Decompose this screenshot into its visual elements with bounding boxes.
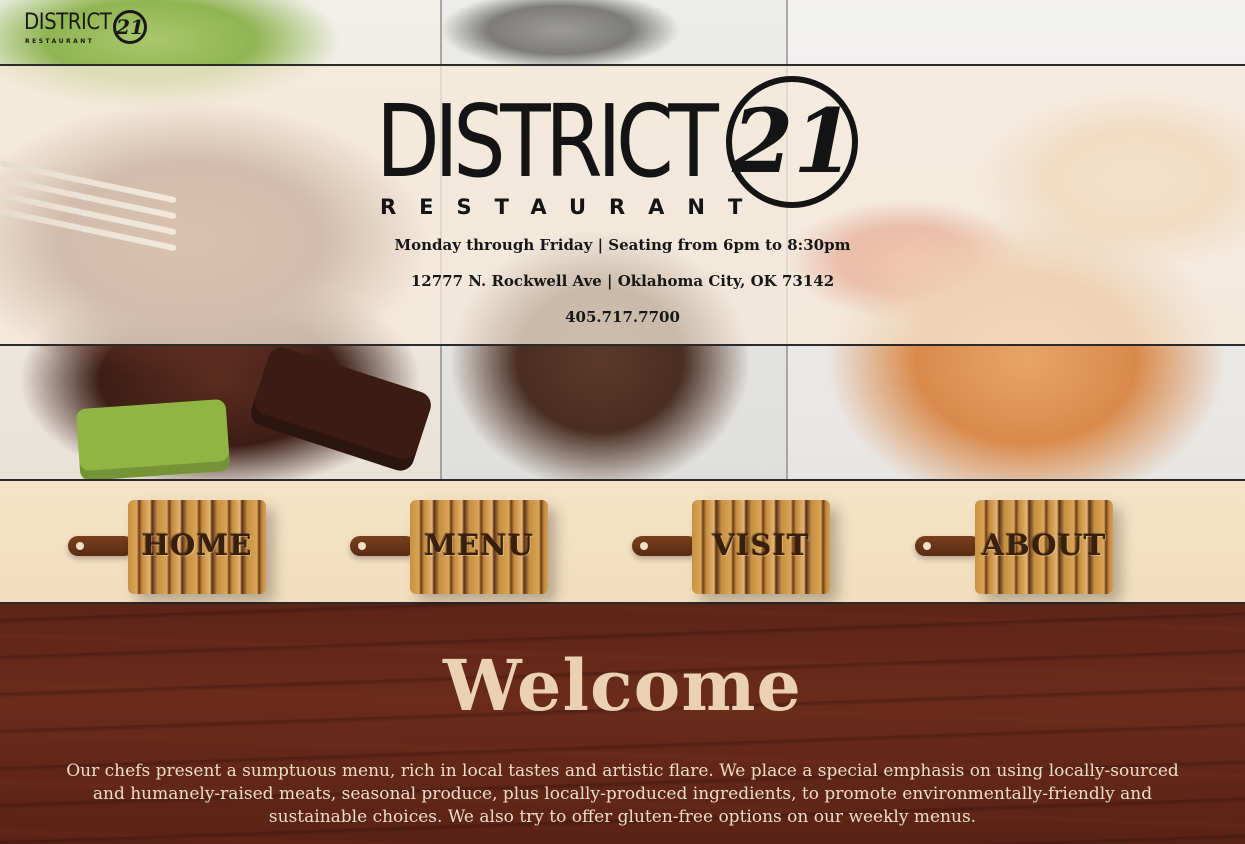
main-logo: DISTRICT 21 RESTAURANT: [376, 76, 876, 221]
nav-label-visit[interactable]: VISIT: [692, 528, 830, 562]
small-logo[interactable]: DISTRICT 21 RESTAURANT: [24, 8, 149, 46]
welcome-body: Our chefs present a sumptuous menu, rich…: [66, 761, 1179, 827]
nav-item-visit[interactable]: VISIT: [632, 498, 832, 594]
grilled-eggplant-image: [247, 343, 435, 475]
nav-label-home[interactable]: HOME: [128, 528, 266, 562]
hours-text: Monday through Friday | Seating from 6pm…: [394, 236, 851, 254]
nav-item-about[interactable]: ABOUT: [915, 498, 1115, 594]
grilled-zucchini-image: [75, 398, 231, 479]
nav-item-home[interactable]: HOME: [68, 498, 268, 594]
nav-label-menu[interactable]: MENU: [410, 528, 548, 562]
small-logo-wordmark: DISTRICT: [24, 10, 112, 35]
nav-item-menu[interactable]: MENU: [350, 498, 550, 594]
address-text: 12777 N. Rockwell Ave | Oklahoma City, O…: [410, 272, 835, 290]
welcome-heading: Welcome: [443, 644, 802, 727]
logo-wordmark: DISTRICT: [376, 83, 719, 200]
main-nav: HOME MENU VISIT ABOUT: [0, 481, 1245, 604]
small-logo-circle-number: 21: [113, 10, 147, 44]
small-logo-tagline: RESTAURANT: [25, 38, 95, 45]
nav-label-about[interactable]: ABOUT: [975, 528, 1113, 562]
welcome-section: Welcome Our chefs present a sumptuous me…: [0, 604, 1245, 844]
logo-circle-number: 21: [726, 76, 858, 208]
cutting-board-handle-icon: [350, 536, 416, 556]
cutting-board-handle-icon: [632, 536, 698, 556]
cutting-board-handle-icon: [915, 536, 981, 556]
logo-tagline: RESTAURANT: [380, 195, 766, 219]
phone-text: 405.717.7700: [565, 308, 680, 326]
cutting-board-handle-icon: [68, 536, 134, 556]
